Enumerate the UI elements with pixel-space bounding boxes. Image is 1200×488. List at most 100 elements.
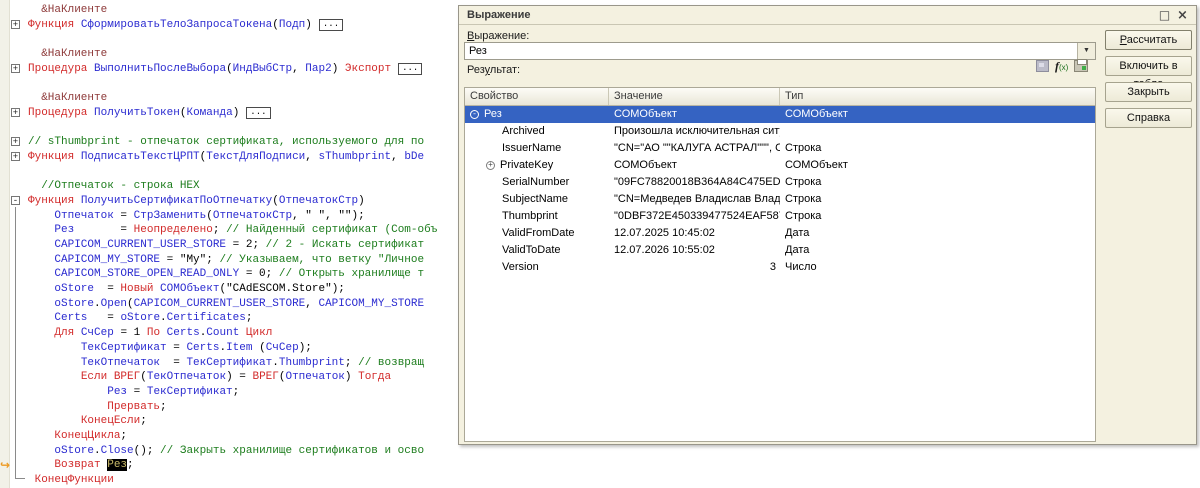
code-token: Open <box>101 298 127 310</box>
table-row[interactable]: -Рез СОМОбъектСОМОбъект <box>465 106 1095 123</box>
calculate-button[interactable]: Рассчитать <box>1105 30 1192 50</box>
type-cell: Число <box>780 259 1095 276</box>
table-row[interactable]: SubjectName"CN=Медведев Владислав Владис… <box>465 191 1095 208</box>
code-token: КонецЕсли <box>81 415 140 427</box>
fold-expand-icon[interactable]: + <box>11 108 20 117</box>
type-cell: СОМОбъект <box>780 106 1095 123</box>
code-token: ОтпечатокСтр <box>279 195 358 207</box>
fx-icon[interactable]: f(x) <box>1055 60 1068 72</box>
help-button[interactable]: Справка <box>1105 108 1192 128</box>
code-token <box>28 357 81 369</box>
code-token: ); <box>332 283 345 295</box>
code-token: Функция <box>28 195 74 207</box>
value-cell: "09FC78820018B364A84C475EDFD8FF9C43" <box>609 174 780 191</box>
code-token <box>28 327 54 339</box>
fold-expand-icon[interactable]: + <box>11 137 20 146</box>
property-cell: IssuerName <box>465 140 609 157</box>
property-name: Рез <box>484 106 502 123</box>
code-token: По <box>147 327 160 339</box>
code-token: СчСер <box>81 327 114 339</box>
table-row[interactable]: Thumbprint"0DBF372E450339477524EAF587F99… <box>465 208 1095 225</box>
table-row[interactable]: +PrivateKeyСОМОбъектСОМОбъект <box>465 157 1095 174</box>
table-row[interactable]: Archived Произошла исключительная ситуаци… <box>465 123 1095 140</box>
close-button[interactable]: Закрыть <box>1105 82 1192 102</box>
code-token: Certs <box>167 327 200 339</box>
copy-value-icon[interactable] <box>1036 60 1049 72</box>
code-token: bDe <box>404 151 424 163</box>
code-token <box>28 445 54 457</box>
code-token: СтрЗаменить <box>134 210 207 222</box>
maximize-icon[interactable]: □ <box>1157 8 1172 23</box>
code-token: ; <box>206 254 219 266</box>
expression-value[interactable]: Рез <box>469 45 487 57</box>
code-token <box>74 327 81 339</box>
print-result-icon[interactable] <box>1074 60 1088 72</box>
result-table[interactable]: Свойство Значение Тип -РезСОМОбъектСОМОб… <box>464 87 1096 442</box>
expression-dialog: Выражение □ × Выражение: Рез ▼ Результат… <box>458 5 1197 445</box>
fold-expand-icon[interactable]: + <box>11 64 20 73</box>
code-token: = <box>74 224 133 236</box>
table-row[interactable]: SerialNumber"09FC78820018B364A84C475EDFD… <box>465 174 1095 191</box>
value-cell: Произошла исключительная ситуация (0x80.… <box>609 123 780 140</box>
fold-region-line-end <box>15 478 25 479</box>
table-row[interactable]: IssuerName"CN="АО ""КАЛУГА АСТРАЛ""", О=… <box>465 140 1095 157</box>
code-token <box>28 48 41 60</box>
include-in-watch-button[interactable]: Включить в табло <box>1105 56 1192 76</box>
code-token: sThumbprint <box>319 151 392 163</box>
property-cell: Archived <box>465 123 609 140</box>
code-token: ) = <box>226 371 252 383</box>
code-line[interactable]: ↪ Возврат Рез; <box>0 458 1200 473</box>
value-cell: 12.07.2026 10:55:02 <box>609 242 780 259</box>
code-token: = <box>114 210 134 222</box>
code-token: Цикл <box>246 327 272 339</box>
fold-expand-icon[interactable]: + <box>11 152 20 161</box>
code-token: Подп <box>279 19 305 31</box>
code-token: КонецЦикла <box>54 430 120 442</box>
code-token: ВыполнитьПослеВыбора <box>94 63 226 75</box>
property-cell: +PrivateKey <box>465 157 609 174</box>
code-token: , <box>292 63 305 75</box>
code-token: ( <box>206 210 213 222</box>
code-token: = <box>160 357 186 369</box>
expand-node-icon[interactable]: + <box>486 161 495 170</box>
code-line[interactable]: oStore.Close(); // Закрыть хранилище сер… <box>0 444 1200 459</box>
value-cell: СОМОбъект <box>609 157 780 174</box>
column-header-property[interactable]: Свойство <box>465 88 609 105</box>
table-row[interactable]: ValidToDate12.07.2026 10:55:02Дата <box>465 242 1095 259</box>
column-header-value[interactable]: Значение <box>609 88 780 105</box>
value-cell: 3 <box>609 259 780 276</box>
close-icon[interactable]: × <box>1175 8 1190 23</box>
result-table-header: Свойство Значение Тип <box>465 88 1095 106</box>
value-cell: СОМОбъект <box>609 106 780 123</box>
code-token: ; <box>233 386 240 398</box>
code-token <box>74 195 81 207</box>
execution-pointer-icon: ↪ <box>0 458 10 472</box>
code-token: ИндВыбСтр <box>233 63 292 75</box>
code-token: " " <box>305 210 325 222</box>
property-cell: SubjectName <box>465 191 609 208</box>
code-token <box>28 224 54 236</box>
property-name: Version <box>502 259 539 276</box>
property-name: SubjectName <box>502 191 568 208</box>
code-token: ПолучитьТокен <box>94 107 180 119</box>
table-row[interactable]: Version 3Число <box>465 259 1095 276</box>
collapse-node-icon[interactable]: - <box>470 110 479 119</box>
code-token <box>160 327 167 339</box>
code-token: = <box>167 342 187 354</box>
table-row[interactable]: ValidFromDate12.07.2025 10:45:02Дата <box>465 225 1095 242</box>
code-token: Для <box>54 327 74 339</box>
collapsed-code-icon[interactable]: ... <box>319 19 343 31</box>
collapsed-code-icon[interactable]: ... <box>398 63 422 75</box>
chevron-down-icon[interactable]: ▼ <box>1077 43 1095 59</box>
code-line[interactable]: КонецФункции <box>0 473 1200 488</box>
fold-expand-icon[interactable]: + <box>11 20 20 29</box>
collapsed-code-icon[interactable]: ... <box>246 107 270 119</box>
code-token: // sThumbprint - отпечаток сертификата, … <box>28 136 424 148</box>
code-token: . <box>272 357 279 369</box>
property-name: Archived <box>502 123 545 140</box>
expression-input[interactable]: Рез ▼ <box>464 42 1096 60</box>
fold-collapse-icon[interactable]: - <box>11 196 20 205</box>
column-header-type[interactable]: Тип <box>780 88 1095 105</box>
code-token <box>239 327 246 339</box>
code-token: Certs <box>186 342 219 354</box>
